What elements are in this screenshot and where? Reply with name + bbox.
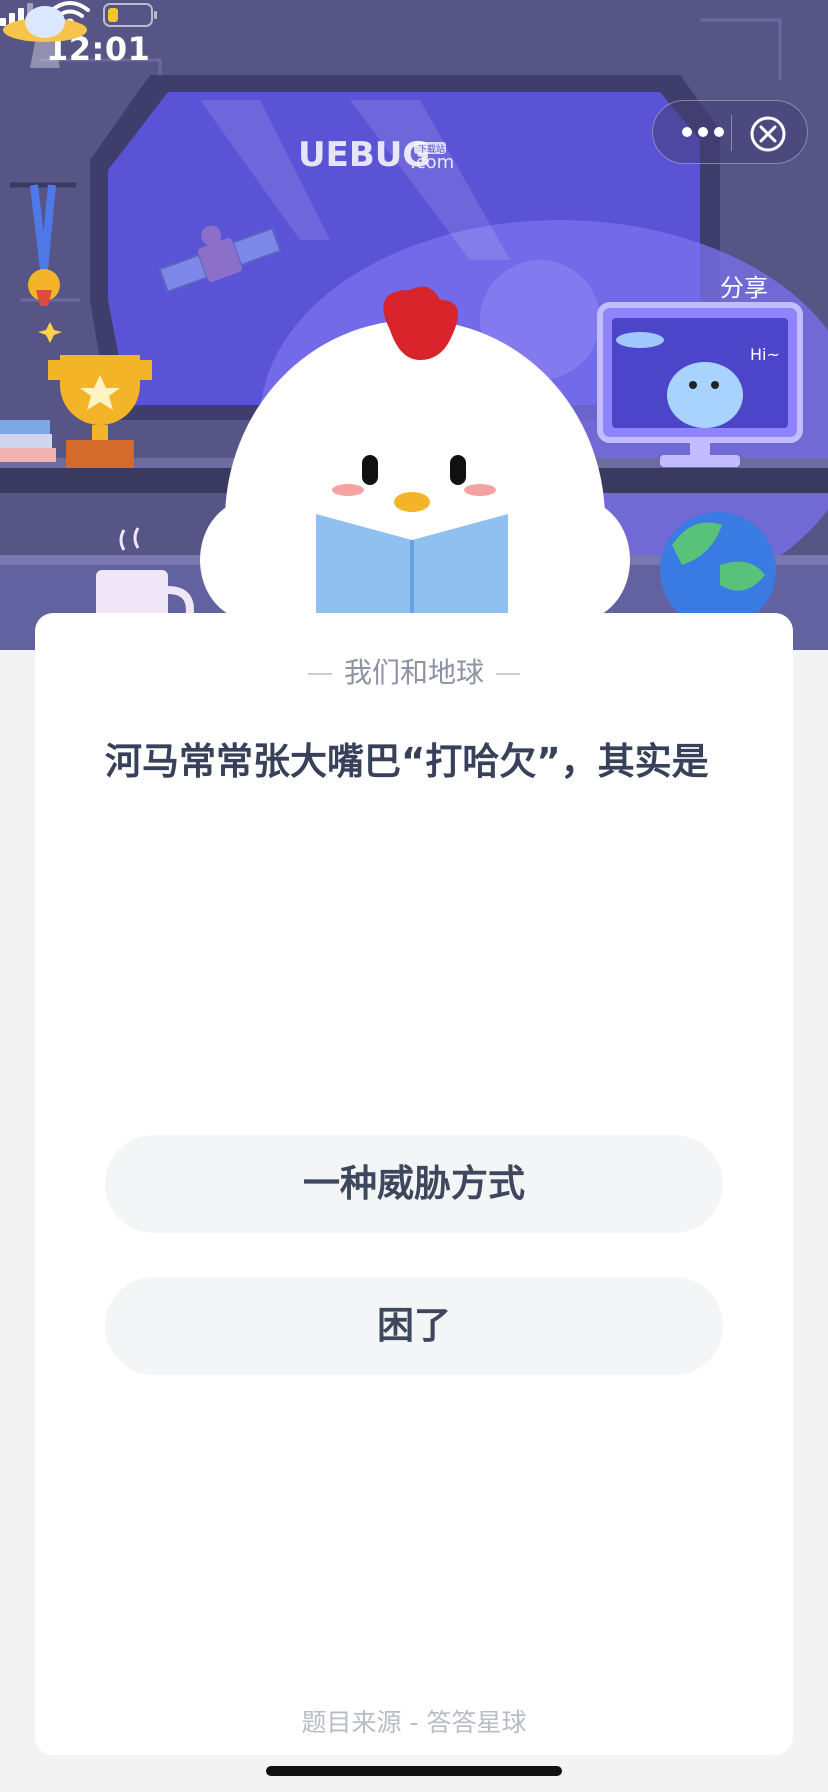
svg-text:Hi~: Hi~	[750, 345, 780, 364]
globe-illustration	[660, 512, 776, 628]
category-left-line	[307, 673, 332, 675]
home-indicator[interactable]	[266, 1766, 562, 1776]
answer-option-2[interactable]: 困了	[105, 1277, 723, 1375]
more-options-icon[interactable]	[679, 115, 727, 149]
category-text: 我们和地球	[343, 656, 484, 689]
share-ufo-icon[interactable]	[0, 0, 90, 70]
mini-program-capsule	[652, 100, 808, 164]
quiz-card: 我们和地球 河马常常张大嘴巴“打哈欠”，其实是 一种威胁方式 困了 题目来源 -…	[35, 613, 793, 1755]
close-icon[interactable]	[749, 115, 787, 153]
question-source: 题目来源 - 答答星球	[301, 1708, 527, 1737]
svg-text:下载站: 下载站	[418, 143, 445, 155]
battery-icon	[103, 3, 157, 27]
capsule-divider	[731, 115, 732, 151]
hero-illustration: UEBUG .com 下载站 Hi~	[0, 0, 828, 650]
quiz-category: 我们和地球	[35, 651, 793, 691]
hero-banner: UEBUG .com 下载站 Hi~ 12:01 分享	[0, 0, 828, 650]
share-label[interactable]: 分享	[720, 268, 768, 303]
monitor-illustration: Hi~	[597, 302, 803, 467]
screen: UEBUG .com 下载站 Hi~ 12:01 分享 我们和地球 河马常常张大…	[0, 0, 828, 1792]
svg-text:.com: .com	[410, 152, 454, 173]
category-right-line	[496, 673, 520, 675]
answer-option-1[interactable]: 一种威胁方式	[105, 1135, 723, 1233]
question-text: 河马常常张大嘴巴“打哈欠”，其实是	[105, 740, 709, 783]
